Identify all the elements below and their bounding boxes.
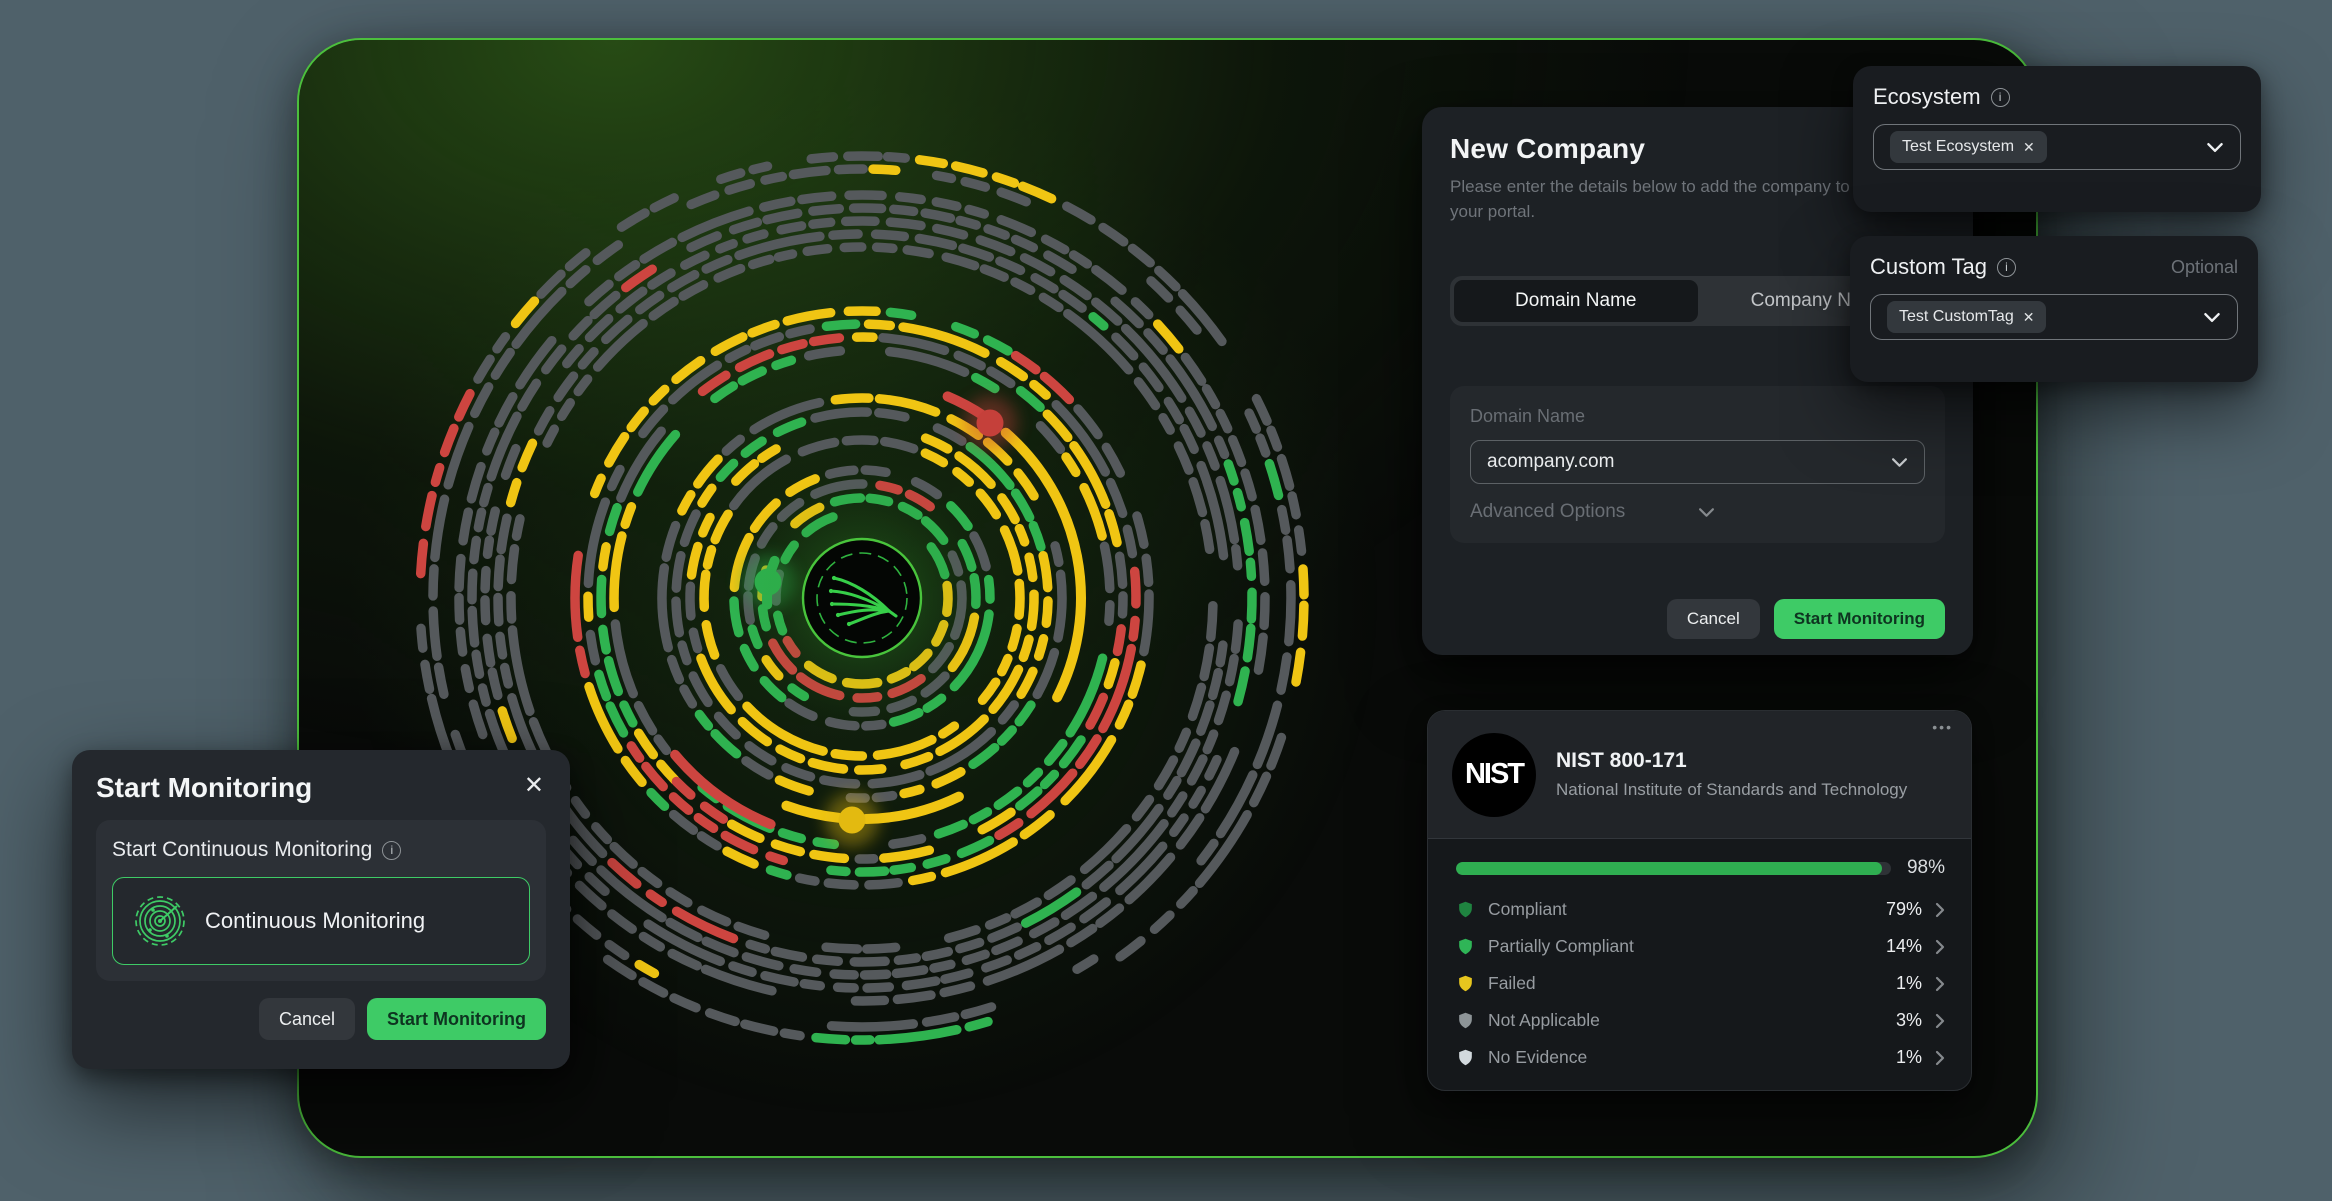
- continuous-monitoring-section: Start Continuous Monitoring i Continuous…: [96, 820, 546, 981]
- chevron-down-icon: [1698, 507, 1926, 518]
- shield-icon: [1456, 1011, 1475, 1030]
- nist-card-header: NIST NIST 800-171 National Institute of …: [1428, 711, 1971, 839]
- new-company-footer: Cancel Start Monitoring: [1667, 599, 1945, 639]
- page: New Company Please enter the details bel…: [0, 0, 2332, 1201]
- nist-header-text: NIST 800-171 National Institute of Stand…: [1556, 749, 1907, 800]
- status-row-failed[interactable]: Failed 1%: [1456, 965, 1945, 1002]
- domain-name-select[interactable]: acompany.com: [1470, 440, 1925, 484]
- shield-icon: [1456, 974, 1475, 993]
- start-monitoring-modal: Start Monitoring ✕ Start Continuous Moni…: [72, 750, 570, 1069]
- domain-input-group: Domain Name acompany.com Advanced Option…: [1450, 386, 1945, 543]
- nist-card-body: 98% Compliant 79% Partially Compliant 14…: [1428, 839, 1971, 1086]
- status-value: 1%: [1896, 973, 1922, 994]
- shield-icon: [1456, 937, 1475, 956]
- status-row-no-evidence[interactable]: No Evidence 1%: [1456, 1039, 1945, 1076]
- nist-logo: NIST: [1452, 733, 1536, 817]
- modal-start-monitoring-button[interactable]: Start Monitoring: [367, 998, 546, 1040]
- nist-card-subtitle: National Institute of Standards and Tech…: [1556, 780, 1907, 800]
- continuous-monitoring-option[interactable]: Continuous Monitoring: [112, 877, 530, 965]
- custom-tag-card: Custom Tag i Optional Test CustomTag ✕: [1850, 236, 2258, 382]
- status-value: 3%: [1896, 1010, 1922, 1031]
- status-label: No Evidence: [1488, 1047, 1883, 1068]
- info-icon[interactable]: i: [382, 841, 401, 860]
- cancel-button[interactable]: Cancel: [1667, 599, 1760, 639]
- custom-tag-chip-label: Test CustomTag: [1899, 308, 2014, 326]
- modal-title: Start Monitoring: [96, 772, 312, 804]
- close-icon[interactable]: ✕: [522, 772, 546, 800]
- shield-icon: [1456, 1048, 1475, 1067]
- nist-progress-fill: [1456, 862, 1882, 875]
- remove-chip-icon[interactable]: ✕: [2023, 309, 2035, 326]
- shield-icon: [1456, 900, 1475, 919]
- remove-chip-icon[interactable]: ✕: [2023, 139, 2035, 156]
- status-value: 14%: [1886, 936, 1922, 957]
- status-row-partially-compliant[interactable]: Partially Compliant 14%: [1456, 928, 1945, 965]
- ecosystem-card: Ecosystem i Test Ecosystem ✕: [1853, 66, 2261, 212]
- radar-icon: [133, 894, 187, 948]
- custom-tag-select[interactable]: Test CustomTag ✕: [1870, 294, 2238, 340]
- status-value: 1%: [1896, 1047, 1922, 1068]
- nist-compliance-card: NIST NIST 800-171 National Institute of …: [1427, 710, 1972, 1091]
- section-label: Start Continuous Monitoring: [112, 838, 372, 862]
- status-label: Failed: [1488, 973, 1883, 994]
- optional-label: Optional: [2171, 257, 2238, 278]
- chevron-right-icon: [1935, 1050, 1945, 1066]
- nist-progress-row: 98%: [1456, 857, 1945, 879]
- info-icon[interactable]: i: [1997, 258, 2016, 277]
- chevron-right-icon: [1935, 1013, 1945, 1029]
- nist-status-list: Compliant 79% Partially Compliant 14% Fa…: [1456, 891, 1945, 1076]
- status-label: Partially Compliant: [1488, 936, 1873, 957]
- status-row-compliant[interactable]: Compliant 79%: [1456, 891, 1945, 928]
- advanced-options-toggle[interactable]: Advanced Options: [1470, 501, 1925, 523]
- nist-card-title: NIST 800-171: [1556, 749, 1907, 773]
- new-company-subtitle: Please enter the details below to add th…: [1450, 175, 1865, 224]
- overflow-menu-icon[interactable]: •••: [1932, 719, 1953, 735]
- domain-name-value: acompany.com: [1487, 451, 1891, 473]
- chevron-down-icon: [2203, 312, 2221, 323]
- status-value: 79%: [1886, 899, 1922, 920]
- info-icon[interactable]: i: [1991, 88, 2010, 107]
- ecosystem-title: Ecosystem: [1873, 84, 1981, 110]
- ecosystem-select[interactable]: Test Ecosystem ✕: [1873, 124, 2241, 170]
- chevron-right-icon: [1935, 902, 1945, 918]
- chevron-right-icon: [1935, 976, 1945, 992]
- tab-domain-name[interactable]: Domain Name: [1454, 280, 1698, 322]
- chevron-down-icon: [1891, 457, 1908, 468]
- status-label: Not Applicable: [1488, 1010, 1883, 1031]
- ecosystem-chip: Test Ecosystem ✕: [1890, 131, 2047, 163]
- continuous-monitoring-label: Continuous Monitoring: [205, 908, 425, 934]
- advanced-options-label: Advanced Options: [1470, 501, 1698, 523]
- modal-cancel-button[interactable]: Cancel: [259, 998, 355, 1040]
- custom-tag-title: Custom Tag: [1870, 254, 1987, 280]
- domain-name-label: Domain Name: [1470, 406, 1925, 427]
- nist-progress-track: [1456, 862, 1891, 875]
- chevron-right-icon: [1935, 939, 1945, 955]
- chevron-down-icon: [2206, 142, 2224, 153]
- custom-tag-chip: Test CustomTag ✕: [1887, 301, 2046, 333]
- status-label: Compliant: [1488, 899, 1873, 920]
- nist-progress-label: 98%: [1907, 857, 1945, 879]
- ecosystem-chip-label: Test Ecosystem: [1902, 138, 2014, 156]
- start-monitoring-button[interactable]: Start Monitoring: [1774, 599, 1945, 639]
- status-row-not-applicable[interactable]: Not Applicable 3%: [1456, 1002, 1945, 1039]
